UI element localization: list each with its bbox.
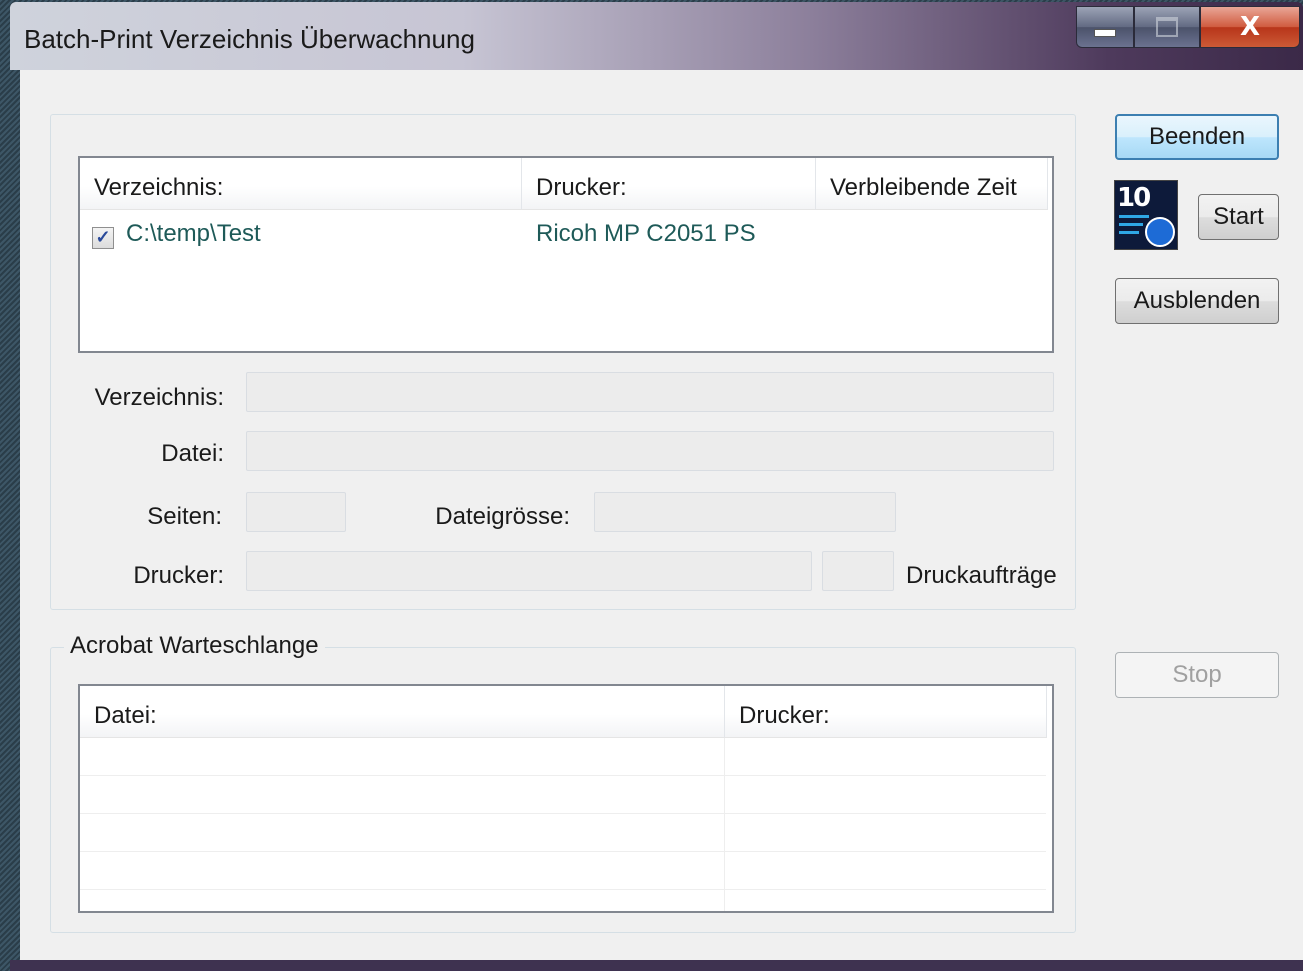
acrobat-queue-list[interactable]: Datei: Drucker: bbox=[78, 684, 1054, 913]
column-header-queue-printer[interactable]: Drucker: bbox=[725, 686, 1047, 738]
minimize-button[interactable] bbox=[1076, 6, 1134, 48]
filesize-label: Dateigrösse: bbox=[435, 503, 570, 530]
stop-button[interactable]: Stop bbox=[1115, 652, 1279, 698]
timer-icon-bar bbox=[1119, 231, 1139, 234]
close-button[interactable]: X bbox=[1200, 6, 1300, 48]
list-item-printer: Ricoh MP C2051 PS bbox=[536, 220, 756, 247]
directory-checkbox[interactable]: ✓ bbox=[92, 226, 114, 249]
timer-icon-bar bbox=[1119, 223, 1143, 226]
window-title: Batch-Print Verzeichnis Überwachnung bbox=[24, 24, 475, 54]
column-header-file[interactable]: Datei: bbox=[80, 686, 725, 738]
file-field bbox=[246, 431, 1054, 471]
table-row bbox=[80, 738, 1046, 776]
pages-field bbox=[246, 492, 346, 532]
title-bar[interactable]: Batch-Print Verzeichnis Überwachnung X bbox=[10, 2, 1303, 70]
printer-field bbox=[246, 551, 812, 591]
table-row bbox=[80, 776, 1046, 814]
table-row bbox=[80, 814, 1046, 852]
directory-list-header: Verzeichnis: Drucker: Verbleibende Zeit bbox=[80, 158, 1048, 210]
acrobat-queue-header: Datei: Drucker: bbox=[80, 686, 1047, 738]
acrobat-queue-label: Acrobat Warteschlange bbox=[64, 632, 325, 660]
directory-list[interactable]: Verzeichnis: Drucker: Verbleibende Zeit … bbox=[78, 156, 1054, 353]
client-area: Verzeichnis: Drucker: Verbleibende Zeit … bbox=[20, 70, 1303, 960]
column-separator bbox=[724, 738, 725, 911]
list-item[interactable]: ✓ C:\temp\Test Ricoh MP C2051 PS bbox=[80, 220, 1048, 249]
application-window: Batch-Print Verzeichnis Überwachnung X V… bbox=[0, 0, 1303, 971]
column-header-printer[interactable]: Drucker: bbox=[522, 158, 816, 210]
timer-icon-number: 10 bbox=[1117, 183, 1151, 213]
timer-icon: 10 bbox=[1114, 180, 1178, 250]
minimize-icon bbox=[1094, 29, 1116, 37]
filesize-field bbox=[594, 492, 896, 532]
list-item-directory: ✓ C:\temp\Test bbox=[80, 220, 522, 249]
timer-icon-bar bbox=[1119, 215, 1149, 218]
table-row bbox=[80, 890, 1046, 911]
table-row bbox=[80, 852, 1046, 890]
directory-label: Verzeichnis: bbox=[94, 384, 224, 411]
window-frame-bottom bbox=[10, 960, 1303, 971]
caption-buttons: X bbox=[1076, 6, 1300, 48]
directory-field bbox=[246, 372, 1054, 412]
print-jobs-field bbox=[822, 551, 894, 591]
hide-button[interactable]: Ausblenden bbox=[1115, 278, 1279, 324]
quit-button[interactable]: Beenden bbox=[1115, 114, 1279, 160]
directory-path: C:\temp\Test bbox=[126, 220, 261, 247]
printer-label: Drucker: bbox=[133, 562, 224, 589]
pages-label: Seiten: bbox=[147, 503, 222, 530]
clock-icon bbox=[1145, 217, 1175, 247]
start-button[interactable]: Start bbox=[1198, 194, 1279, 240]
file-label: Datei: bbox=[161, 440, 224, 467]
maximize-icon bbox=[1156, 17, 1178, 37]
maximize-button bbox=[1134, 6, 1200, 48]
column-header-directory[interactable]: Verzeichnis: bbox=[80, 158, 522, 210]
close-icon: X bbox=[1239, 12, 1261, 42]
list-item-remaining-time bbox=[816, 220, 1048, 249]
column-header-remaining-time[interactable]: Verbleibende Zeit bbox=[816, 158, 1048, 210]
print-jobs-label: Druckaufträge bbox=[906, 562, 1057, 589]
